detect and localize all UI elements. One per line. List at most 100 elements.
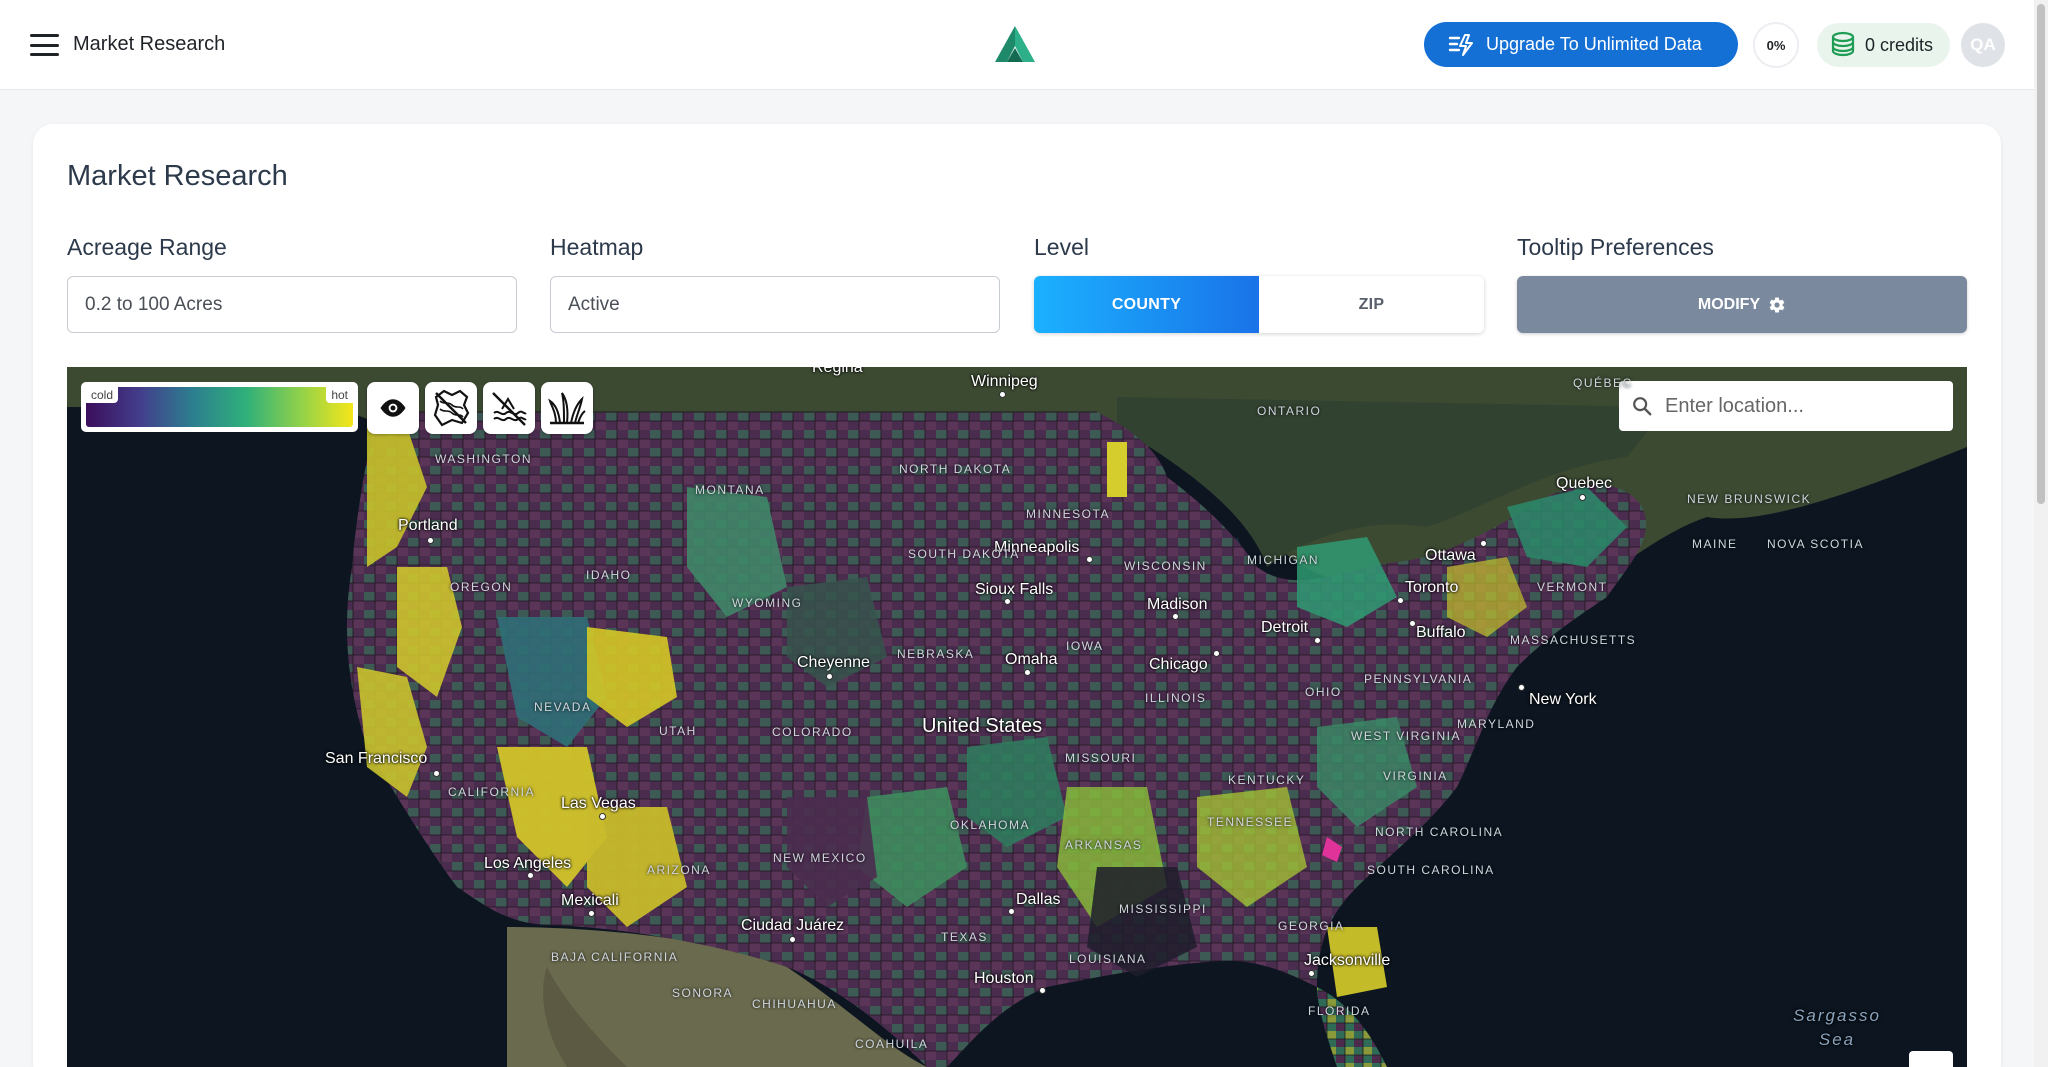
- city-label: Ottawa: [1425, 547, 1476, 564]
- region-label: SOUTH CAROLINA: [1367, 863, 1495, 877]
- city-marker: [999, 391, 1006, 398]
- city-marker: [1086, 556, 1093, 563]
- top-bar: Market Research Upgrade To Unlimited Dat…: [0, 0, 2034, 90]
- city-label: Ciudad Juárez: [741, 917, 845, 934]
- city-label: San Francisco: [325, 750, 428, 767]
- city-label: Winnipeg: [971, 373, 1038, 390]
- region-label: WISCONSIN: [1124, 559, 1207, 573]
- region-label: COLORADO: [772, 725, 853, 739]
- acreage-range-select[interactable]: 0.2 to 100 Acres: [67, 276, 517, 333]
- wetland-layer-button[interactable]: [483, 382, 535, 434]
- city-marker: [1518, 684, 1525, 691]
- region-label: MINNESOTA: [1026, 507, 1110, 521]
- city-label: Madison: [1147, 596, 1208, 613]
- region-label: PENNSYLVANIA: [1364, 672, 1473, 686]
- region-label: ONTARIO: [1257, 404, 1322, 418]
- heatmap-map[interactable]: cold hot Enter location... United States…: [67, 367, 1967, 1067]
- city-label: Toronto: [1405, 579, 1459, 596]
- city-label: Chicago: [1149, 656, 1208, 673]
- region-label: TEXAS: [941, 930, 988, 944]
- region-label: IOWA: [1066, 639, 1104, 653]
- level-option-zip[interactable]: ZIP: [1259, 276, 1484, 333]
- region-label: OHIO: [1305, 685, 1342, 699]
- region-label: SOUTH DAKOTA: [908, 547, 1020, 561]
- upgrade-button[interactable]: Upgrade To Unlimited Data: [1424, 22, 1738, 67]
- region-label: ARIZONA: [647, 863, 711, 877]
- region-label: ILLINOIS: [1145, 691, 1207, 705]
- region-label: CALIFORNIA: [448, 785, 536, 799]
- city-label: Portland: [398, 517, 458, 534]
- heatmap-select[interactable]: Active: [550, 276, 1000, 333]
- coins-icon: [1831, 31, 1855, 57]
- city-marker: [1024, 669, 1031, 676]
- region-label: NORTH CAROLINA: [1375, 825, 1504, 839]
- region-label: QUÉBEC: [1573, 376, 1633, 390]
- city-label: Jacksonville: [1304, 952, 1391, 969]
- region-label: MARYLAND: [1457, 717, 1536, 731]
- region-label: MAINE: [1692, 537, 1738, 551]
- toggle-visibility-button[interactable]: [367, 382, 419, 434]
- page-title: Market Research: [67, 160, 288, 192]
- region-label: COAHUILA: [855, 1037, 929, 1051]
- modify-button[interactable]: MODIFY: [1517, 276, 1967, 333]
- gear-icon: [1769, 297, 1785, 313]
- region-label: NEVADA: [534, 700, 592, 714]
- city-label: Las Vegas: [561, 795, 636, 812]
- region-label: MISSISSIPPI: [1119, 902, 1207, 916]
- region-label: WYOMING: [732, 596, 803, 610]
- level-label: Level: [1034, 234, 1089, 260]
- flood-zone-layer-button[interactable]: [425, 382, 477, 434]
- region-label: SONORA: [672, 986, 734, 1000]
- region-label: MISSOURI: [1065, 751, 1137, 765]
- city-marker: [599, 813, 606, 820]
- city-marker: [588, 910, 595, 917]
- level-option-county[interactable]: COUNTY: [1034, 276, 1259, 333]
- bolt-list-icon: [1448, 33, 1473, 56]
- location-search-input[interactable]: [1665, 394, 1935, 418]
- sea-label: Sargasso Sea: [1793, 1006, 1881, 1049]
- credits-label: 0 credits: [1865, 34, 1934, 55]
- city-marker: [1409, 620, 1416, 627]
- region-label: FLORIDA: [1308, 1004, 1371, 1018]
- region-label: WEST VIRGINIA: [1351, 729, 1461, 743]
- region-label: NEW MEXICO: [773, 851, 867, 865]
- location-search: [1619, 381, 1953, 431]
- page-scrollbar-thumb[interactable]: [2037, 4, 2045, 504]
- city-label: Regina: [812, 367, 863, 376]
- region-label: KENTUCKY: [1228, 773, 1306, 787]
- city-marker: [1480, 540, 1487, 547]
- vegetation-icon: [548, 392, 586, 425]
- city-marker: [1172, 613, 1179, 620]
- city-marker: [1314, 637, 1321, 644]
- usage-progress-text: 0%: [1766, 37, 1786, 53]
- credits-badge[interactable]: 0 credits: [1817, 23, 1950, 67]
- no-flood-zone-icon: [433, 389, 470, 427]
- avatar[interactable]: QA: [1961, 23, 2005, 67]
- region-label: VIRGINIA: [1383, 769, 1448, 783]
- region-label: MICHIGAN: [1247, 553, 1319, 567]
- region-label: MASSACHUSETTS: [1510, 633, 1637, 647]
- region-label: NOVA SCOTIA: [1767, 537, 1864, 551]
- city-label: Buffalo: [1416, 624, 1466, 641]
- heatmap-gradient: [86, 387, 353, 427]
- upgrade-label: Upgrade To Unlimited Data: [1486, 34, 1702, 54]
- logo-icon[interactable]: [993, 24, 1037, 64]
- no-wetland-icon: [492, 392, 527, 426]
- vegetation-layer-button[interactable]: [541, 382, 593, 434]
- city-marker: [1397, 597, 1404, 604]
- city-label: Detroit: [1261, 619, 1309, 636]
- city-label: Quebec: [1556, 475, 1613, 492]
- city-label: Sioux Falls: [975, 581, 1054, 598]
- city-label: Dallas: [1016, 891, 1061, 908]
- region-label: UTAH: [659, 724, 697, 738]
- region-label: CHIHUAHUA: [752, 997, 837, 1011]
- region-label: LOUISIANA: [1069, 952, 1147, 966]
- region-label: VERMONT: [1537, 580, 1608, 594]
- city-marker: [427, 537, 434, 544]
- city-marker: [433, 770, 440, 777]
- menu-icon[interactable]: [30, 34, 59, 56]
- region-label: ARKANSAS: [1065, 838, 1143, 852]
- region-label: GEORGIA: [1278, 919, 1345, 933]
- city-marker: [1008, 908, 1015, 915]
- map-control-button[interactable]: [1909, 1051, 1953, 1067]
